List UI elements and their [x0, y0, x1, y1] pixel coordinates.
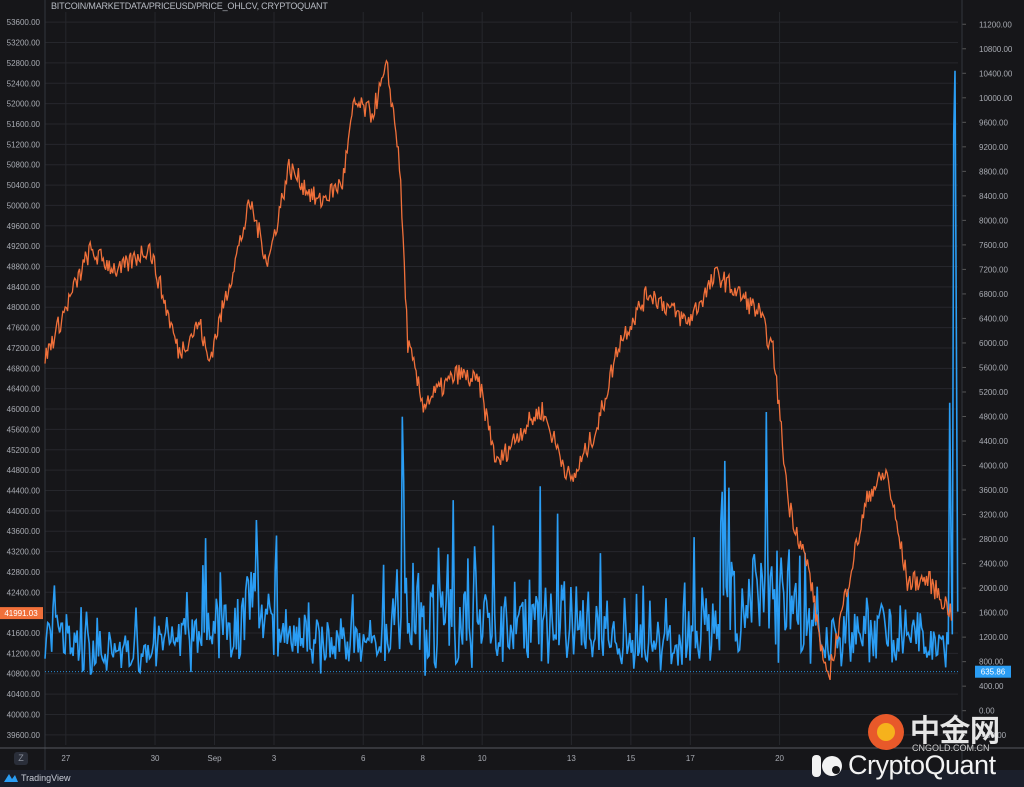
volume-last-value-label: 635.86	[981, 668, 1006, 677]
right-axis-tick-label: 5600.00	[979, 363, 1008, 372]
right-axis-tick-label: 1200.00	[979, 633, 1008, 642]
right-axis-tick-label: 11200.00	[979, 20, 1012, 29]
left-axis-tick-label: 40000.00	[7, 710, 41, 719]
right-axis-tick-label: 4400.00	[979, 437, 1008, 446]
cngold-logo-icon	[868, 714, 904, 750]
right-axis-tick-label: 3600.00	[979, 486, 1008, 495]
left-axis-tick-label: 48000.00	[7, 303, 41, 312]
right-axis-tick-label: 5200.00	[979, 388, 1008, 397]
cryptoquant-label: CryptoQuant	[848, 750, 996, 780]
left-axis-tick-label: 51200.00	[7, 140, 41, 149]
chart-background	[0, 0, 1024, 787]
left-axis-tick-label: 48800.00	[7, 263, 41, 272]
x-axis-tick-label: 8	[420, 754, 425, 763]
right-axis-tick-label: 400.00	[979, 682, 1004, 691]
left-axis-tick-label: 43200.00	[7, 548, 41, 557]
right-axis-tick-label: 1600.00	[979, 609, 1008, 618]
left-axis-tick-label: 53600.00	[7, 18, 41, 27]
cryptoquant-watermark: CryptoQuant	[812, 750, 996, 781]
right-axis-tick-label: 6000.00	[979, 339, 1008, 348]
left-axis-tick-label: 43600.00	[7, 527, 41, 536]
left-axis-tick-label: 46800.00	[7, 364, 41, 373]
left-axis-tick-label: 52000.00	[7, 100, 41, 109]
left-axis-tick-label: 50400.00	[7, 181, 41, 190]
right-axis-tick-label: 2800.00	[979, 535, 1008, 544]
left-axis-tick-label: 53200.00	[7, 39, 41, 48]
left-axis-tick-label: 50800.00	[7, 161, 41, 170]
left-axis-tick-label: 49200.00	[7, 242, 41, 251]
right-axis-tick-label: 9200.00	[979, 143, 1008, 152]
right-axis-tick-label: 6400.00	[979, 314, 1008, 323]
right-axis-tick-label: 4800.00	[979, 412, 1008, 421]
left-axis-tick-label: 46400.00	[7, 385, 41, 394]
right-axis-tick-label: 9600.00	[979, 118, 1008, 127]
right-axis-tick-label: 8800.00	[979, 167, 1008, 176]
right-axis-tick-label: 7600.00	[979, 241, 1008, 250]
left-axis-tick-label: 47200.00	[7, 344, 41, 353]
x-axis-tick-label: Sep	[207, 754, 222, 763]
right-axis-tick-label: 10000.00	[979, 94, 1013, 103]
left-axis-tick-label: 51600.00	[7, 120, 41, 129]
tradingview-link[interactable]: TradingView	[4, 772, 71, 783]
left-axis-tick-label: 52800.00	[7, 59, 41, 68]
chart-canvas[interactable]: 53600.00 53200.00 52800.00 52400.00 52000.00…	[0, 0, 1024, 787]
left-axis-tick-label: 44400.00	[7, 486, 41, 495]
left-axis-tick-label: 40400.00	[7, 690, 41, 699]
right-axis-tick-label: 3200.00	[979, 511, 1008, 520]
x-axis-tick-label: 17	[686, 754, 695, 763]
x-axis-tick-label: 30	[151, 754, 160, 763]
left-axis-tick-label: 42800.00	[7, 568, 41, 577]
right-axis-tick-label: 800.00	[979, 658, 1004, 667]
zoom-toggle-button[interactable]: Z	[14, 752, 28, 765]
x-axis-tick-label: 10	[478, 754, 487, 763]
x-axis-tick-label: 6	[361, 754, 366, 763]
x-axis-tick-label: 13	[567, 754, 576, 763]
left-axis-tick-label: 42400.00	[7, 588, 41, 597]
left-axis-tick-label: 46000.00	[7, 405, 41, 414]
price-last-value-label: 41991.03	[4, 609, 38, 618]
left-axis-tick-label: 44000.00	[7, 507, 41, 516]
x-axis-tick-label: 20	[775, 754, 784, 763]
x-axis-tick-label: 3	[272, 754, 277, 763]
right-axis-tick-label: 7200.00	[979, 265, 1008, 274]
right-axis-tick-label: 4000.00	[979, 462, 1008, 471]
right-axis-tick-label: 2400.00	[979, 560, 1008, 569]
right-axis-tick-label: 2000.00	[979, 584, 1008, 593]
left-axis-tick-label: 44800.00	[7, 466, 41, 475]
left-axis-tick-label: 47600.00	[7, 324, 41, 333]
left-axis-tick-label: 40800.00	[7, 670, 41, 679]
x-axis-tick-label: 27	[61, 754, 70, 763]
left-axis-tick-label: 39600.00	[7, 731, 41, 740]
x-axis-tick-label: 15	[626, 754, 635, 763]
right-axis-tick-label: 10800.00	[979, 45, 1013, 54]
right-axis-tick-label: 8400.00	[979, 192, 1008, 201]
left-axis-tick-label: 41200.00	[7, 649, 41, 658]
cryptoquant-logo-icon	[812, 754, 842, 777]
left-axis-tick-label: 49600.00	[7, 222, 41, 231]
right-axis-tick-label: 6800.00	[979, 290, 1008, 299]
left-axis-tick-label: 52400.00	[7, 79, 41, 88]
left-axis-tick-label: 45200.00	[7, 446, 41, 455]
tradingview-label: TradingView	[21, 772, 71, 783]
right-axis-tick-label: 10400.00	[979, 69, 1013, 78]
left-axis-tick-label: 48400.00	[7, 283, 41, 292]
tradingview-logo-icon	[4, 774, 18, 782]
left-axis-tick-label: 41600.00	[7, 629, 41, 638]
cngold-watermark: 中金网 CNGOLD.COM.CN	[866, 712, 1000, 753]
left-axis-tick-label: 50000.00	[7, 201, 41, 210]
right-axis-tick-label: 8000.00	[979, 216, 1008, 225]
left-axis-tick-label: 45600.00	[7, 425, 41, 434]
chart-title: BITCOIN/MARKETDATA/PRICEUSD/PRICE_OHLCV,…	[51, 1, 328, 11]
